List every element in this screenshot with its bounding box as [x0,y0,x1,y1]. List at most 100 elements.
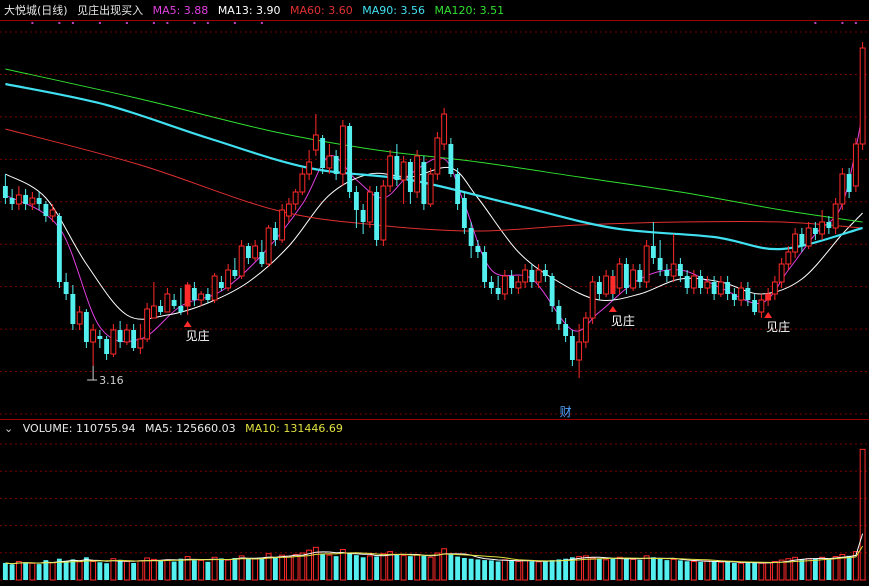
chart-svg[interactable]: 见庄见庄 见庄3.16财 [0,0,869,582]
volume-bar [380,553,387,581]
candle-body [846,174,852,192]
volume-bar [488,560,494,580]
volume-bar [394,554,400,580]
kline-chart[interactable]: 见庄 见庄 见庄 3.16 财 大悦城(日线) 见庄出现买入 MA5: 3.88 MA1… [0,0,869,582]
candle-body [2,186,8,198]
volume-bar [745,562,751,580]
volume-bar [455,556,461,580]
candle-body [717,281,724,295]
candle-body [441,113,448,145]
ma120-value: MA120: 3.51 [434,4,505,17]
candle-body [83,312,89,342]
volume-bar [232,557,238,580]
candle-body [657,258,663,270]
volume-bar [49,562,56,581]
volume-bar [218,558,224,580]
candle-body [637,270,643,282]
candle-body [535,269,542,283]
volume-bar [374,556,380,580]
volume-bar [245,558,251,580]
candle-body [90,329,97,343]
candle-body [468,228,474,246]
volume-bar [482,560,488,580]
signal-arrow-icon [608,306,617,312]
candle-body [366,191,373,223]
candle-body [131,330,137,348]
volume-bar [320,554,326,580]
volume-bar [205,561,211,580]
candle-body [596,282,602,294]
volume-bar [563,558,569,580]
candle-body [265,227,272,265]
volume-bar [347,553,353,580]
volume-bar [509,560,515,580]
top-tick [814,22,817,24]
candle-body [542,270,548,276]
signal-label: 见庄 [611,313,635,328]
candle-body [501,275,508,295]
volume-bar [677,560,683,580]
candle-body [752,300,758,312]
candle-body [252,245,259,259]
volume-bar [279,554,286,581]
volume-bar [664,560,670,580]
volume-bar [191,560,197,580]
candle-body [852,143,859,187]
indicator-name[interactable]: 见庄出现买入 [77,4,143,17]
candle-body [211,275,218,301]
candle-body [563,324,569,336]
volume-bar [832,556,839,581]
candle-body [576,341,583,361]
volume-bar [542,561,548,580]
candle-body [826,222,832,228]
candle-body [312,134,319,151]
candle-body [144,308,151,340]
volume-bar [434,552,441,581]
volume-bar [522,559,529,581]
candle-body [117,330,123,342]
candle-body [29,197,36,205]
volume-bar [272,557,278,580]
annotations: 见庄见庄 见庄3.16财 [31,22,857,419]
finance-marker-label: 财 [560,405,572,419]
candlesticks [2,42,866,378]
volume-bar [846,555,852,580]
volume-bar [70,559,76,580]
volume-bar [752,562,758,580]
top-tick [841,22,844,24]
volume-bar [15,561,22,581]
candle-body [63,282,69,294]
collapse-icon[interactable]: ⌄ [4,422,13,435]
volume-bar [137,560,144,581]
volume-bar [515,561,522,581]
candle-body [218,282,224,288]
volume-bar [366,555,373,581]
candle-body [616,263,623,289]
signal-label: 见庄 [186,328,210,343]
candle-body [434,137,441,175]
candle-body [191,288,197,300]
candle-body [630,269,637,289]
candle-body [56,216,62,282]
candle-body [374,192,380,240]
candle-body [259,252,265,264]
candle-body [205,294,211,300]
signal-arrow-icon [764,312,773,318]
volume-bar [158,560,164,580]
top-tick [206,22,209,24]
volume-bar [339,548,346,581]
candle-body [320,138,326,168]
stock-name[interactable]: 大悦城(日线) [4,4,68,17]
candle-body [785,251,792,265]
top-tick [125,22,128,24]
volume-value: VOLUME: 110755.94 [22,422,136,435]
candle-body [725,282,731,294]
ma5-value: MA5: 3.88 [152,4,209,17]
volume-bar [97,562,103,580]
candle-body [387,155,394,187]
volume-bar [2,562,8,580]
candle-body [475,246,481,252]
candle-body [326,155,333,169]
candle-body [380,185,387,241]
volume-bar [198,559,205,581]
